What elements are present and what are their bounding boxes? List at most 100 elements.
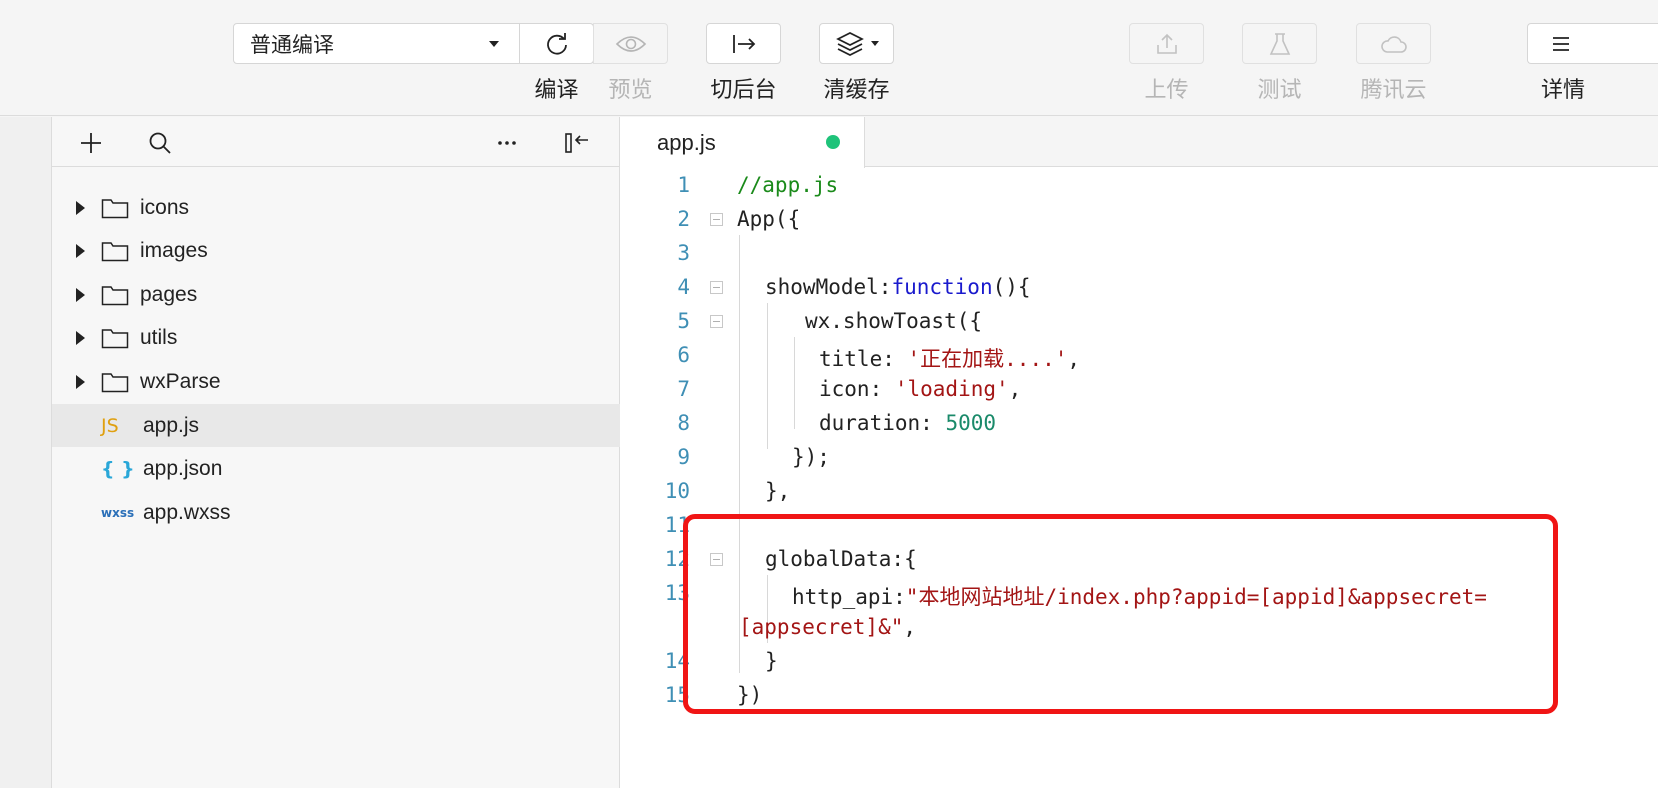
wxss-file-icon: wxss: [101, 505, 135, 520]
code-line-14: }: [765, 649, 778, 673]
background-button[interactable]: [706, 23, 781, 64]
fold-toggle-icon[interactable]: [710, 315, 723, 328]
code-text: }: [765, 649, 778, 673]
line-number: 8: [677, 411, 690, 435]
code-line-8: duration: 5000: [819, 411, 996, 435]
caret-right-icon: [76, 374, 85, 389]
compile-mode-select[interactable]: 普通编译: [233, 23, 520, 64]
tree-file-app-wxss[interactable]: wxss app.wxss: [52, 491, 620, 534]
line-number: 4: [677, 275, 690, 299]
folder-icon: [101, 373, 129, 393]
code-number: 5000: [945, 411, 997, 435]
search-files-button[interactable]: [145, 128, 175, 158]
preview-button[interactable]: [593, 23, 668, 64]
folder-icon: [101, 199, 129, 219]
code-line-5: wx.showToast({: [805, 309, 982, 333]
tree-file-app-json[interactable]: { } app.json: [52, 447, 620, 490]
indent-guide: [794, 337, 795, 429]
code-text: });: [792, 445, 830, 469]
upload-button[interactable]: [1129, 23, 1204, 64]
code-text: wx.showToast({: [805, 309, 983, 333]
tree-item-label: app.json: [143, 456, 223, 480]
code-line-9: });: [792, 445, 830, 469]
activity-bar: [0, 117, 52, 788]
tab-app-js[interactable]: app.js: [620, 117, 865, 168]
code-string: [appsecret]&": [739, 615, 904, 639]
code-line-2: App({: [737, 207, 800, 231]
switch-background-icon: [732, 34, 755, 53]
chevron-down-icon: [870, 41, 879, 46]
tree-item-label: app.js: [143, 413, 200, 437]
preview-label: 预览: [608, 77, 653, 102]
folder-icon: [101, 329, 129, 349]
compile-button[interactable]: [519, 23, 594, 64]
tree-folder-wxparse[interactable]: wxParse: [52, 360, 620, 403]
compile-label: 编译: [534, 77, 579, 102]
caret-right-icon: [76, 287, 85, 302]
line-number: 14: [664, 649, 690, 673]
eye-icon: [615, 35, 646, 52]
code-editor[interactable]: app.js 1 2 3 4 5 6 7 8 9 10 11 12 13 14 …: [620, 117, 1658, 788]
code-text: ,: [1067, 347, 1081, 371]
tree-folder-utils[interactable]: utils: [52, 316, 620, 359]
line-number: 11: [664, 513, 690, 537]
code-line-15: }): [737, 683, 762, 707]
collapse-panel-button[interactable]: [562, 128, 592, 158]
tencent-cloud-label: 腾讯云: [1360, 77, 1427, 102]
code-string: '正在加载....': [907, 347, 1068, 371]
cloud-icon: [1380, 35, 1407, 53]
upload-icon: [1156, 33, 1177, 54]
tree-item-label: pages: [140, 282, 198, 306]
folder-icon: [101, 286, 129, 306]
more-options-button[interactable]: [492, 128, 522, 158]
code-text: duration:: [819, 411, 946, 435]
tree-item-label: utils: [140, 325, 178, 349]
refresh-icon: [546, 32, 567, 55]
fold-toggle-icon[interactable]: [710, 213, 723, 226]
clear-cache-label: 清缓存: [823, 77, 890, 102]
tab-label: app.js: [657, 130, 716, 155]
line-number: 6: [677, 343, 690, 367]
background-label: 切后台: [710, 77, 777, 102]
line-number: 7: [677, 377, 690, 401]
flask-icon: [1269, 32, 1290, 55]
fold-toggle-icon[interactable]: [710, 281, 723, 294]
file-explorer: icons images pages utils wxParse JS app.…: [52, 117, 620, 788]
line-number: 9: [677, 445, 690, 469]
code-line-1: //app.js: [737, 173, 838, 197]
tree-folder-icons[interactable]: icons: [52, 186, 620, 229]
code-string: "本地网站地址/index.php?appid=[appid]&appsecre…: [905, 585, 1487, 609]
caret-right-icon: [76, 243, 85, 258]
ellipsis-icon: [498, 141, 516, 145]
code-line-4: showModel:function(){: [765, 275, 1031, 299]
code-line-6: title: '正在加载....',: [819, 343, 1080, 373]
code-text: }): [737, 683, 763, 707]
fold-toggle-icon[interactable]: [710, 553, 723, 566]
code-text: showModel:: [765, 275, 892, 299]
tree-folder-pages[interactable]: pages: [52, 273, 620, 316]
code-keyword: function: [891, 275, 993, 299]
details-button[interactable]: [1527, 23, 1658, 64]
menu-icon: [1553, 36, 1569, 51]
js-file-icon: JS: [101, 414, 119, 437]
tencent-cloud-button[interactable]: [1356, 23, 1431, 64]
test-button[interactable]: [1242, 23, 1317, 64]
plus-icon: [81, 133, 101, 153]
code-text: ,: [1008, 377, 1022, 401]
line-number: 12: [664, 547, 690, 571]
compile-mode-value: 普通编译: [250, 33, 334, 57]
tree-item-label: icons: [140, 195, 190, 219]
tree-file-app-js[interactable]: JS app.js: [52, 404, 620, 447]
clear-cache-button[interactable]: [819, 23, 894, 64]
code-text: ,: [903, 615, 917, 639]
chevron-down-icon: [489, 41, 499, 47]
add-file-button[interactable]: [76, 128, 106, 158]
code-string: 'loading': [894, 377, 1009, 401]
code-line-12: globalData:{: [765, 547, 917, 571]
search-icon: [149, 132, 171, 154]
tree-folder-images[interactable]: images: [52, 229, 620, 272]
code-text: },: [765, 479, 791, 503]
folder-icon: [101, 242, 129, 262]
code-text: icon:: [819, 377, 895, 401]
code-line-13-wrap: [appsecret]&",: [739, 615, 916, 639]
